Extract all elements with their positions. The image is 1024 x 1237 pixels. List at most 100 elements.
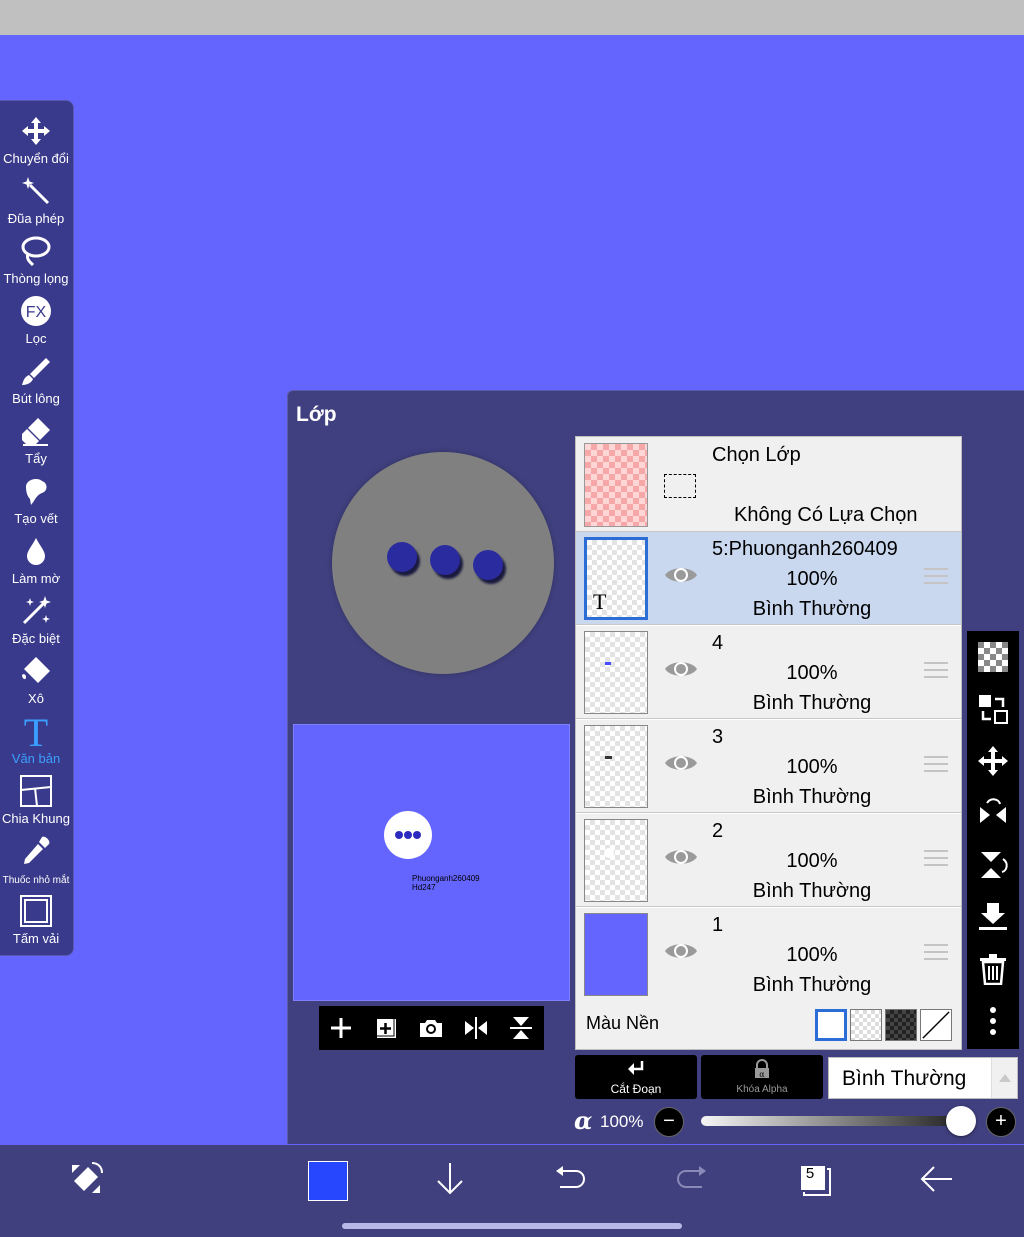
layer-name: 1 (712, 914, 724, 936)
camera-import-icon[interactable] (417, 1014, 445, 1042)
bg-white-swatch[interactable] (815, 1009, 847, 1041)
visibility-eye-icon[interactable] (663, 751, 699, 775)
tool-label: Tấm vải (12, 931, 60, 946)
layer-thumbnail: · · · · T (584, 537, 648, 620)
caret-up-icon (999, 1074, 1011, 1082)
tool-label: Chuyển đổi (3, 151, 69, 166)
tool-eyedropper[interactable]: Thuốc nhỏ mắt (0, 833, 72, 893)
tool-label: Tạo vết (14, 511, 58, 526)
tool-filter[interactable]: FX Lọc (0, 293, 72, 353)
opacity-slider[interactable] (701, 1116, 961, 1126)
more-options-icon[interactable] (977, 1005, 1009, 1037)
tool-label: Đũa phép (7, 211, 65, 226)
alpha-symbol: α (574, 1106, 593, 1135)
flip-vertical-icon[interactable] (507, 1014, 535, 1042)
tool-brush[interactable]: Bút lông (0, 353, 72, 413)
transfer-layer-icon[interactable] (977, 693, 1009, 725)
delete-layer-icon[interactable] (977, 953, 1009, 985)
move-layer-icon[interactable] (977, 745, 1009, 777)
tool-label: Bút lông (12, 391, 60, 406)
layer-blend-mode: Bình Thường (752, 974, 872, 996)
layer-panel: Lớp Phuonganh260409 Hd247 Chọn Lớp Không… (287, 390, 1024, 1144)
undo-icon[interactable] (550, 1159, 590, 1199)
text-layer-icon: T (593, 589, 607, 614)
opacity-slider-knob[interactable] (946, 1106, 976, 1136)
checkerboard-icon[interactable] (977, 641, 1009, 673)
layer-thumbnail (584, 725, 648, 808)
bg-dark-checker-swatch[interactable] (885, 1009, 917, 1041)
brush-icon (22, 358, 50, 385)
layer-side-tools (967, 631, 1019, 1049)
layer-row-1[interactable]: 1 100% Bình Thường (576, 908, 961, 1001)
visibility-eye-icon[interactable] (663, 657, 699, 681)
lasso-icon (21, 236, 51, 267)
smudge-icon (26, 479, 47, 505)
drag-handle-icon[interactable] (924, 756, 948, 774)
download-arrow-icon[interactable] (430, 1159, 470, 1199)
add-layer-copy-icon[interactable] (372, 1014, 400, 1042)
flip-horizontal-icon[interactable] (462, 1014, 490, 1042)
add-layer-icon[interactable] (327, 1014, 355, 1042)
visibility-eye-icon[interactable] (663, 939, 699, 963)
drag-handle-icon[interactable] (924, 944, 948, 962)
thumbnail-text: Phuonganh260409 Hd247 (412, 874, 480, 892)
blend-mode-select[interactable]: Bình Thường (828, 1057, 1018, 1099)
tool-label: Đặc biệt (12, 631, 60, 646)
tool-blur[interactable]: Làm mờ (0, 533, 72, 593)
tool-magic-wand[interactable]: Đũa phép (0, 173, 72, 233)
drag-handle-icon[interactable] (924, 662, 948, 680)
visibility-eye-icon[interactable] (663, 845, 699, 869)
merge-down-icon[interactable] (977, 901, 1009, 933)
tool-text[interactable]: T Văn bản (0, 713, 72, 773)
canvas-icon (20, 895, 52, 927)
canvas-thumbnail[interactable]: Phuonganh260409 Hd247 (293, 724, 570, 1001)
layer-thumbnail (584, 819, 648, 902)
tool-label: Làm mờ (11, 571, 61, 586)
current-color-swatch[interactable] (308, 1161, 348, 1201)
tool-bucket[interactable]: Xô (0, 653, 72, 713)
layer-row-5[interactable]: · · · · T 5:Phuonganh260409 100% Bình Th… (576, 532, 961, 625)
tool-special[interactable]: Đặc biệt (0, 593, 72, 653)
opacity-decrease-button[interactable]: − (654, 1107, 684, 1137)
blend-mode-arrow[interactable] (991, 1058, 1017, 1098)
alpha-lock-button[interactable]: α Khóa Alpha (701, 1055, 823, 1099)
layers-button[interactable]: 5 (796, 1159, 836, 1199)
layer-opacity: 100% (786, 850, 838, 872)
bg-none-swatch[interactable] (920, 1009, 952, 1041)
flip-layer-horizontal-icon[interactable] (977, 797, 1009, 829)
clipping-button[interactable]: Cắt Đoạn (575, 1055, 697, 1099)
alpha-lock-icon: α (755, 1059, 769, 1079)
layer-row-3[interactable]: 3 100% Bình Thường (576, 720, 961, 813)
layer-row-2[interactable]: 2 100% Bình Thường (576, 814, 961, 907)
tool-eraser[interactable]: Tẩy (0, 413, 72, 473)
flip-layer-vertical-icon[interactable] (977, 849, 1009, 881)
tool-lasso[interactable]: Thòng lọng (0, 233, 72, 293)
home-indicator (342, 1223, 682, 1229)
back-arrow-icon[interactable] (916, 1159, 956, 1199)
quick-tools-icon[interactable] (66, 1159, 106, 1199)
bg-transparent-swatch[interactable] (850, 1009, 882, 1041)
thumbnail-bubble (384, 811, 432, 859)
tool-smudge[interactable]: Tạo vết (0, 473, 72, 533)
svg-text:α: α (759, 1070, 765, 1079)
bucket-icon (22, 657, 50, 683)
layer-row-4[interactable]: 4 100% Bình Thường (576, 626, 961, 719)
tool-palette: Chuyển đổi Đũa phép Thòng lọng FX Lọc Bú… (0, 100, 74, 956)
layer-actions-bar (319, 1006, 544, 1050)
selection-layer-row[interactable]: Chọn Lớp Không Có Lựa Chọn (576, 437, 961, 532)
layer-count-value: 5 (805, 1165, 815, 1182)
drag-handle-icon[interactable] (924, 850, 948, 868)
layer-list: Chọn Lớp Không Có Lựa Chọn · · · · T 5:P… (575, 436, 962, 1050)
redo-icon[interactable] (672, 1159, 712, 1199)
blend-mode-value: Bình Thường (842, 1067, 967, 1090)
drag-handle-icon[interactable] (924, 568, 948, 586)
layer-blend-mode: Bình Thường (752, 692, 872, 714)
tool-label: Văn bản (11, 751, 61, 766)
tool-canvas[interactable]: Tấm vải (0, 893, 72, 953)
visibility-eye-icon[interactable] (663, 563, 699, 587)
tool-frame-divider[interactable]: Chia Khung (0, 773, 72, 833)
tool-transform[interactable]: Chuyển đổi (0, 113, 72, 173)
clipping-label: Cắt Đoạn (610, 1082, 662, 1096)
fx-filter-icon: FX (21, 296, 51, 326)
opacity-increase-button[interactable]: + (986, 1107, 1016, 1137)
